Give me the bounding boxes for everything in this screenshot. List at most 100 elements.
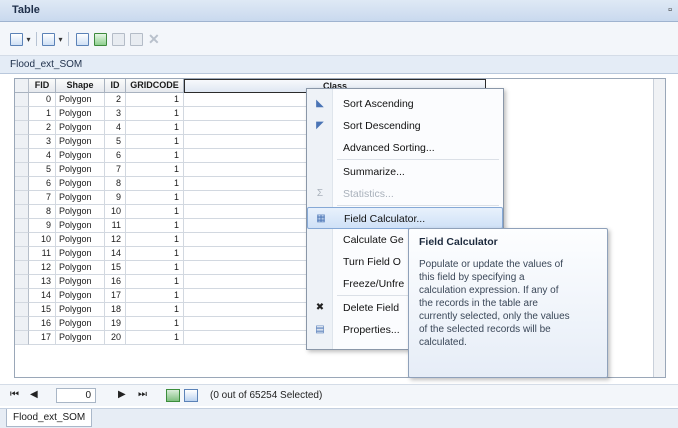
cell-gridcode[interactable]: 1 — [126, 149, 184, 163]
cell-id[interactable]: 15 — [105, 261, 126, 275]
cell-shape[interactable]: Polygon — [56, 289, 105, 303]
cell-shape[interactable]: Polygon — [56, 93, 105, 107]
vertical-scrollbar[interactable] — [653, 79, 665, 377]
column-header-fid[interactable]: FID — [29, 79, 56, 93]
cell-fid[interactable]: 1 — [29, 107, 56, 121]
table-options-dropdown-icon[interactable]: ▾ — [25, 31, 32, 47]
cell-shape[interactable]: Polygon — [56, 219, 105, 233]
cell-shape[interactable]: Polygon — [56, 177, 105, 191]
zoom-to-selected-icon[interactable] — [130, 31, 143, 47]
delete-selected-icon[interactable]: ✕ — [148, 31, 160, 47]
cell-fid[interactable]: 6 — [29, 177, 56, 191]
cell-id[interactable]: 8 — [105, 177, 126, 191]
show-all-records-icon[interactable] — [166, 389, 180, 402]
row-selector[interactable] — [15, 149, 29, 163]
cell-fid[interactable]: 3 — [29, 135, 56, 149]
menu-item-advanced-sorting[interactable]: Advanced Sorting... — [307, 137, 503, 159]
cell-shape[interactable]: Polygon — [56, 163, 105, 177]
row-selector[interactable] — [15, 135, 29, 149]
cell-shape[interactable]: Polygon — [56, 205, 105, 219]
cell-id[interactable]: 2 — [105, 93, 126, 107]
row-selector[interactable] — [15, 303, 29, 317]
cell-gridcode[interactable]: 1 — [126, 331, 184, 345]
cell-id[interactable]: 14 — [105, 247, 126, 261]
cell-fid[interactable]: 0 — [29, 93, 56, 107]
cell-gridcode[interactable]: 1 — [126, 121, 184, 135]
cell-fid[interactable]: 17 — [29, 331, 56, 345]
show-selected-records-icon[interactable] — [184, 389, 198, 402]
cell-id[interactable]: 3 — [105, 107, 126, 121]
cell-fid[interactable]: 10 — [29, 233, 56, 247]
cell-fid[interactable]: 8 — [29, 205, 56, 219]
cell-shape[interactable]: Polygon — [56, 247, 105, 261]
row-selector-header[interactable] — [15, 79, 29, 93]
menu-item-summarize[interactable]: Summarize... — [307, 161, 503, 183]
restore-window-icon[interactable]: ▫ — [668, 4, 672, 16]
cell-gridcode[interactable]: 1 — [126, 93, 184, 107]
cell-fid[interactable]: 4 — [29, 149, 56, 163]
cell-id[interactable]: 16 — [105, 275, 126, 289]
row-selector[interactable] — [15, 219, 29, 233]
cell-gridcode[interactable]: 1 — [126, 261, 184, 275]
cell-id[interactable]: 7 — [105, 163, 126, 177]
row-selector[interactable] — [15, 331, 29, 345]
clear-selection-icon[interactable] — [112, 31, 125, 47]
cell-id[interactable]: 12 — [105, 233, 126, 247]
row-selector[interactable] — [15, 191, 29, 205]
cell-gridcode[interactable]: 1 — [126, 135, 184, 149]
row-selector[interactable] — [15, 163, 29, 177]
cell-gridcode[interactable]: 1 — [126, 289, 184, 303]
related-tables-icon[interactable] — [42, 31, 55, 47]
switch-selection-icon[interactable] — [94, 31, 107, 47]
menu-item-field-calculator[interactable]: ▦ Field Calculator... — [307, 207, 503, 229]
cell-id[interactable]: 5 — [105, 135, 126, 149]
column-header-shape[interactable]: Shape — [56, 79, 105, 93]
cell-id[interactable]: 11 — [105, 219, 126, 233]
column-header-gridcode[interactable]: GRIDCODE — [126, 79, 184, 93]
cell-gridcode[interactable]: 1 — [126, 163, 184, 177]
cell-gridcode[interactable]: 1 — [126, 219, 184, 233]
cell-gridcode[interactable]: 1 — [126, 275, 184, 289]
menu-item-sort-ascending[interactable]: ◣ Sort Ascending — [307, 93, 503, 115]
menu-item-statistics[interactable]: Σ Statistics... — [307, 183, 503, 205]
column-header-id[interactable]: ID — [105, 79, 126, 93]
cell-gridcode[interactable]: 1 — [126, 247, 184, 261]
current-record-field[interactable]: 0 — [56, 388, 96, 403]
select-by-attributes-icon[interactable] — [76, 31, 89, 47]
cell-shape[interactable]: Polygon — [56, 135, 105, 149]
last-record-icon[interactable]: ⏭ — [138, 389, 147, 400]
cell-fid[interactable]: 13 — [29, 275, 56, 289]
row-selector[interactable] — [15, 317, 29, 331]
cell-gridcode[interactable]: 1 — [126, 303, 184, 317]
table-tab-close-icon[interactable]: : — [10, 59, 674, 70]
cell-gridcode[interactable]: 1 — [126, 177, 184, 191]
row-selector[interactable] — [15, 289, 29, 303]
cell-shape[interactable]: Polygon — [56, 275, 105, 289]
cell-fid[interactable]: 7 — [29, 191, 56, 205]
next-record-icon[interactable]: ▶ — [118, 389, 126, 400]
row-selector[interactable] — [15, 261, 29, 275]
cell-id[interactable]: 4 — [105, 121, 126, 135]
cell-shape[interactable]: Polygon — [56, 121, 105, 135]
row-selector[interactable] — [15, 93, 29, 107]
cell-shape[interactable]: Polygon — [56, 107, 105, 121]
table-options-icon[interactable] — [10, 31, 23, 47]
cell-fid[interactable]: 11 — [29, 247, 56, 261]
cell-shape[interactable]: Polygon — [56, 303, 105, 317]
cell-gridcode[interactable]: 1 — [126, 107, 184, 121]
cell-shape[interactable]: Polygon — [56, 191, 105, 205]
previous-record-icon[interactable]: ◀ — [30, 389, 38, 400]
cell-id[interactable]: 9 — [105, 191, 126, 205]
table-tab[interactable]: Flood_ext_SOM — [6, 409, 93, 427]
row-selector[interactable] — [15, 205, 29, 219]
cell-gridcode[interactable]: 1 — [126, 205, 184, 219]
cell-fid[interactable]: 14 — [29, 289, 56, 303]
row-selector[interactable] — [15, 121, 29, 135]
cell-fid[interactable]: 15 — [29, 303, 56, 317]
cell-gridcode[interactable]: 1 — [126, 317, 184, 331]
cell-fid[interactable]: 16 — [29, 317, 56, 331]
row-selector[interactable] — [15, 107, 29, 121]
first-record-icon[interactable]: ⏮ — [10, 389, 19, 400]
cell-shape[interactable]: Polygon — [56, 149, 105, 163]
related-tables-dropdown-icon[interactable]: ▾ — [57, 31, 64, 47]
